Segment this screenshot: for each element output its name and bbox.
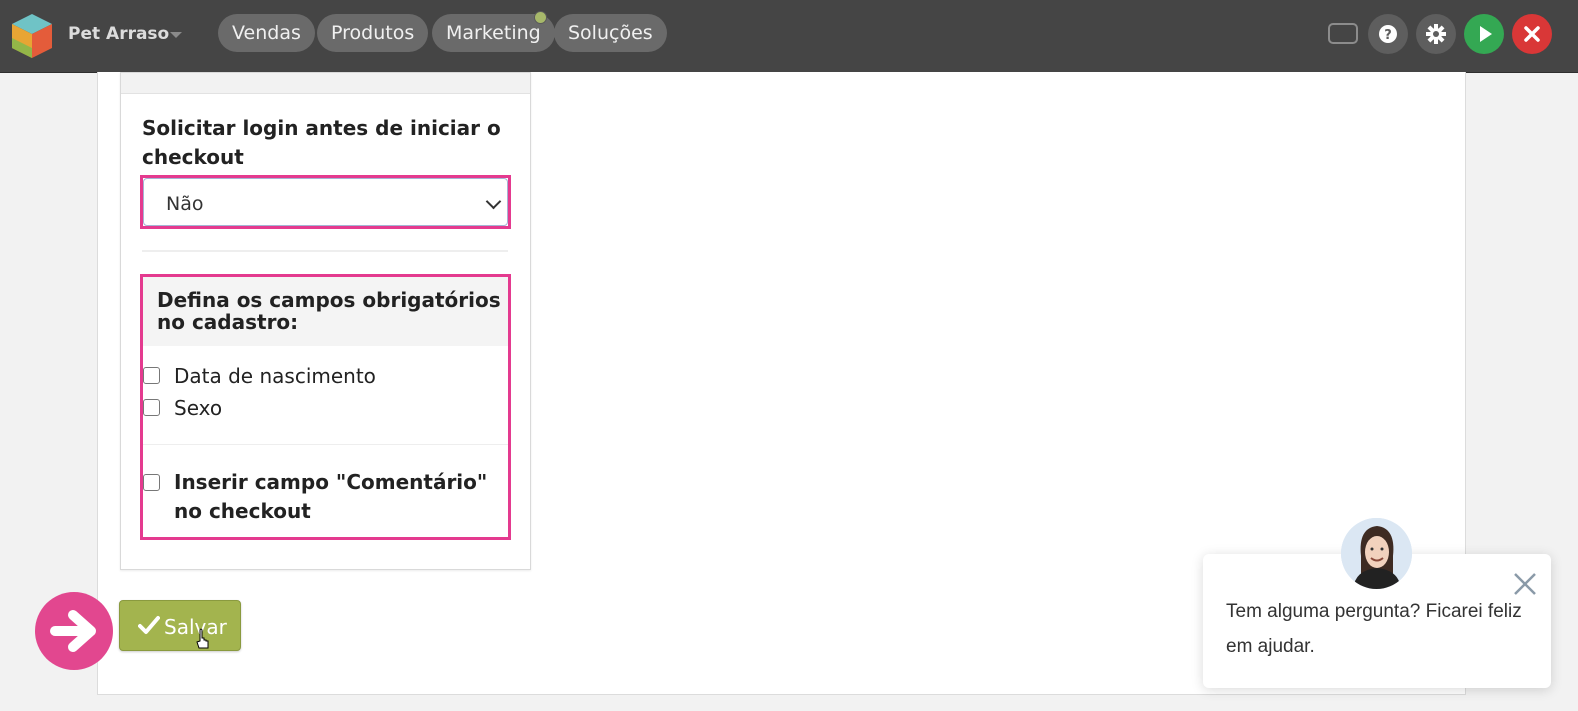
required-fields-title: Defina os campos obrigatórios no cadastr… (157, 288, 501, 334)
nav-solucoes[interactable]: Soluções (554, 14, 667, 52)
close-icon (1524, 26, 1540, 42)
chat-message: Tem alguma pergunta? Ficarei feliz em aj… (1226, 601, 1522, 657)
panel-header-strip (121, 73, 530, 94)
checkbox-sex-label[interactable]: Sexo (174, 396, 222, 420)
gear-icon (1426, 24, 1446, 44)
checkbox-birthdate[interactable] (143, 367, 160, 384)
nav-produtos[interactable]: Produtos (317, 14, 429, 52)
arrow-right-icon (35, 592, 113, 670)
window-icon[interactable] (1328, 23, 1358, 44)
play-button[interactable] (1464, 14, 1504, 54)
app-logo-icon[interactable] (10, 12, 54, 60)
close-icon[interactable] (1513, 572, 1537, 596)
divider (143, 444, 508, 445)
checkbox-sex[interactable] (143, 399, 160, 416)
hand-cursor-icon (196, 628, 209, 649)
store-name[interactable]: Pet Arraso (68, 24, 169, 44)
checkbox-comment-field-label[interactable]: Inserir campo "Comentário" no checkout (174, 468, 504, 526)
avatar[interactable] (1341, 518, 1412, 589)
check-icon (138, 616, 160, 634)
close-button[interactable] (1512, 14, 1552, 54)
checkbox-birthdate-label[interactable]: Data de nascimento (174, 364, 376, 388)
notification-dot (534, 11, 547, 24)
login-before-checkout-label: Solicitar login antes de iniciar o check… (142, 116, 501, 169)
chevron-down-icon[interactable] (170, 32, 182, 38)
select-value: Não (166, 193, 204, 215)
checkbox-comment-field[interactable] (143, 474, 160, 491)
nav-vendas[interactable]: Vendas (218, 14, 315, 52)
settings-button[interactable] (1416, 14, 1456, 54)
divider (142, 250, 508, 252)
play-icon (1480, 26, 1492, 42)
svg-text:?: ? (1384, 28, 1392, 43)
save-button[interactable]: Salvar (119, 600, 241, 651)
help-button[interactable]: ? (1368, 14, 1408, 54)
help-icon: ? (1379, 25, 1397, 43)
top-bar: Pet Arraso Vendas Produtos Marketing Sol… (0, 0, 1578, 73)
